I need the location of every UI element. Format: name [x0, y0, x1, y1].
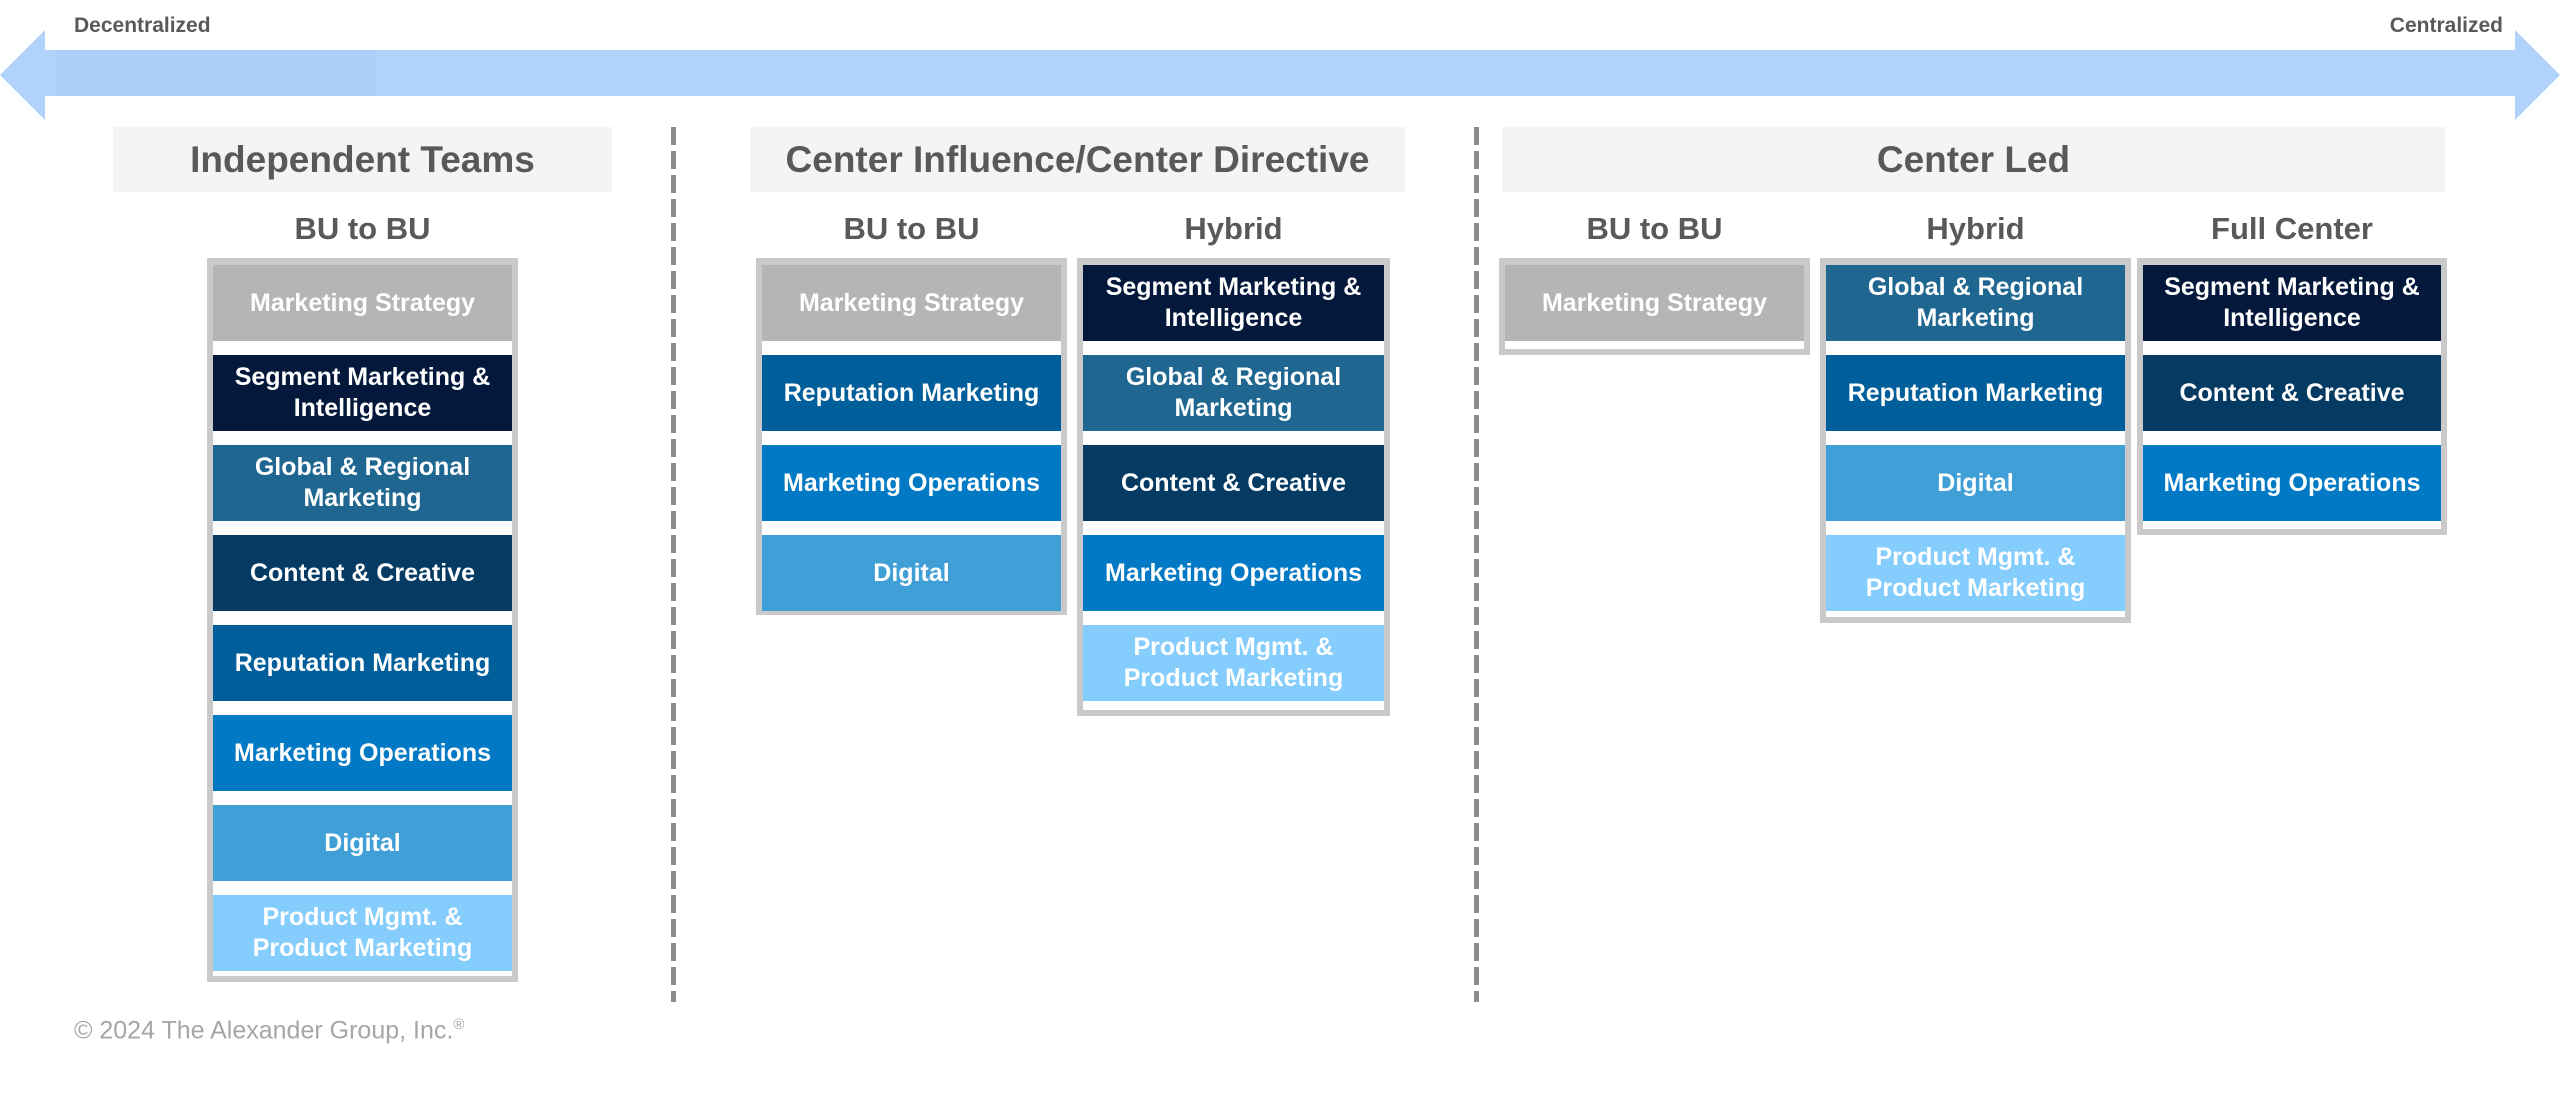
function-tile-global-regional-marketing: Global & Regional Marketing — [1083, 355, 1384, 431]
function-tile-marketing-operations: Marketing Operations — [213, 715, 512, 791]
function-tile-digital: Digital — [1826, 445, 2125, 521]
centralization-spectrum-arrow — [0, 30, 2560, 120]
arrow-shade-band — [55, 50, 375, 96]
function-tile-marketing-operations: Marketing Operations — [1083, 535, 1384, 611]
function-stack-influence-bu-to-bu: Marketing Strategy Reputation Marketing Ma… — [756, 258, 1067, 615]
function-tile-global-regional-marketing: Global & Regional Marketing — [213, 445, 512, 521]
centralized-label: Centralized — [2389, 14, 2503, 37]
column-label-full-center: Full Center — [2211, 211, 2373, 246]
function-stack-center-led-bu-to-bu: Marketing Strategy — [1499, 258, 1810, 355]
column-label-influence-bu-to-bu: BU to BU — [843, 211, 980, 246]
copyright-notice: © 2024 The Alexander Group, Inc.® — [74, 1016, 464, 1045]
function-tile-digital: Digital — [213, 805, 512, 881]
function-tile-reputation-marketing: Reputation Marketing — [213, 625, 512, 701]
function-tile-product-mgmt-product-marketing: Product Mgmt. & Product Marketing — [213, 895, 512, 971]
column-label-independent-bu-to-bu: BU to BU — [294, 211, 431, 246]
function-tile-content-creative: Content & Creative — [213, 535, 512, 611]
function-tile-content-creative: Content & Creative — [2143, 355, 2441, 431]
function-tile-segment-marketing-intelligence: Segment Marketing & Intelligence — [2143, 265, 2441, 341]
section-divider-dashed — [671, 127, 676, 1002]
section-divider-dashed — [1474, 127, 1479, 1002]
function-stack-center-led-hybrid: Global & Regional Marketing Reputation Ma… — [1820, 258, 2131, 623]
double-headed-arrow-shape — [0, 30, 2560, 120]
decentralized-label: Decentralized — [74, 14, 211, 37]
function-tile-product-mgmt-product-marketing: Product Mgmt. & Product Marketing — [1826, 535, 2125, 611]
function-stack-influence-hybrid: Segment Marketing & Intelligence Global &… — [1077, 258, 1390, 716]
column-label-center-led-hybrid: Hybrid — [1926, 211, 2025, 246]
function-tile-reputation-marketing: Reputation Marketing — [1826, 355, 2125, 431]
function-tile-marketing-strategy: Marketing Strategy — [1505, 265, 1804, 341]
function-tile-digital: Digital — [762, 535, 1061, 611]
function-tile-marketing-operations: Marketing Operations — [2143, 445, 2441, 521]
function-tile-reputation-marketing: Reputation Marketing — [762, 355, 1061, 431]
function-tile-marketing-operations: Marketing Operations — [762, 445, 1061, 521]
section-header-independent-teams: Independent Teams — [113, 127, 612, 192]
function-stack-full-center: Segment Marketing & Intelligence Content … — [2137, 258, 2447, 535]
section-header-center-led: Center Led — [1502, 127, 2445, 192]
column-label-influence-hybrid: Hybrid — [1184, 211, 1283, 246]
function-tile-product-mgmt-product-marketing: Product Mgmt. & Product Marketing — [1083, 625, 1384, 701]
copyright-text: © 2024 The Alexander Group, Inc. — [74, 1016, 454, 1045]
function-tile-marketing-strategy: Marketing Strategy — [213, 265, 512, 341]
function-tile-segment-marketing-intelligence: Segment Marketing & Intelligence — [1083, 265, 1384, 341]
function-tile-marketing-strategy: Marketing Strategy — [762, 265, 1061, 341]
column-label-center-led-bu-to-bu: BU to BU — [1586, 211, 1723, 246]
function-stack-independent-bu-to-bu: Marketing Strategy Segment Marketing & In… — [207, 258, 518, 982]
function-tile-segment-marketing-intelligence: Segment Marketing & Intelligence — [213, 355, 512, 431]
function-tile-global-regional-marketing: Global & Regional Marketing — [1826, 265, 2125, 341]
function-tile-content-creative: Content & Creative — [1083, 445, 1384, 521]
registered-mark: ® — [453, 1016, 465, 1033]
section-header-center-influence: Center Influence/Center Directive — [750, 127, 1405, 192]
